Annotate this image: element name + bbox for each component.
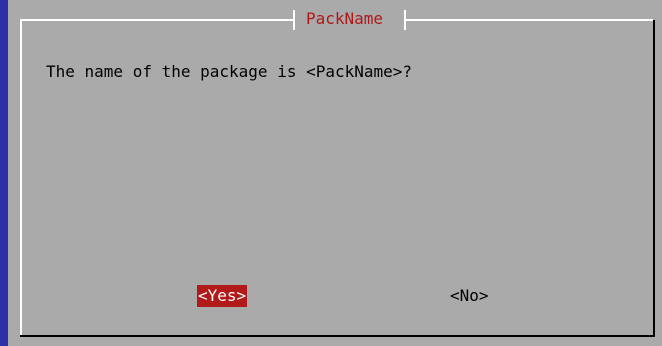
dialog-frame-left [20,20,22,336]
no-button[interactable]: <No> [449,285,490,307]
dialog-box: PackName The name of the package is <Pac… [8,0,662,346]
dialog-message: The name of the package is <PackName>? [46,62,413,81]
dialog-title: PackName [306,9,384,28]
dialog-frame-top-left [20,19,293,21]
terminal-screen: PackName The name of the package is <Pac… [0,0,662,346]
dialog-frame-right [653,20,655,336]
title-divider-left [293,10,295,30]
yes-button[interactable]: <Yes> [197,285,248,307]
dialog-frame-top-right [406,19,653,21]
dialog-frame-bottom [20,335,655,337]
